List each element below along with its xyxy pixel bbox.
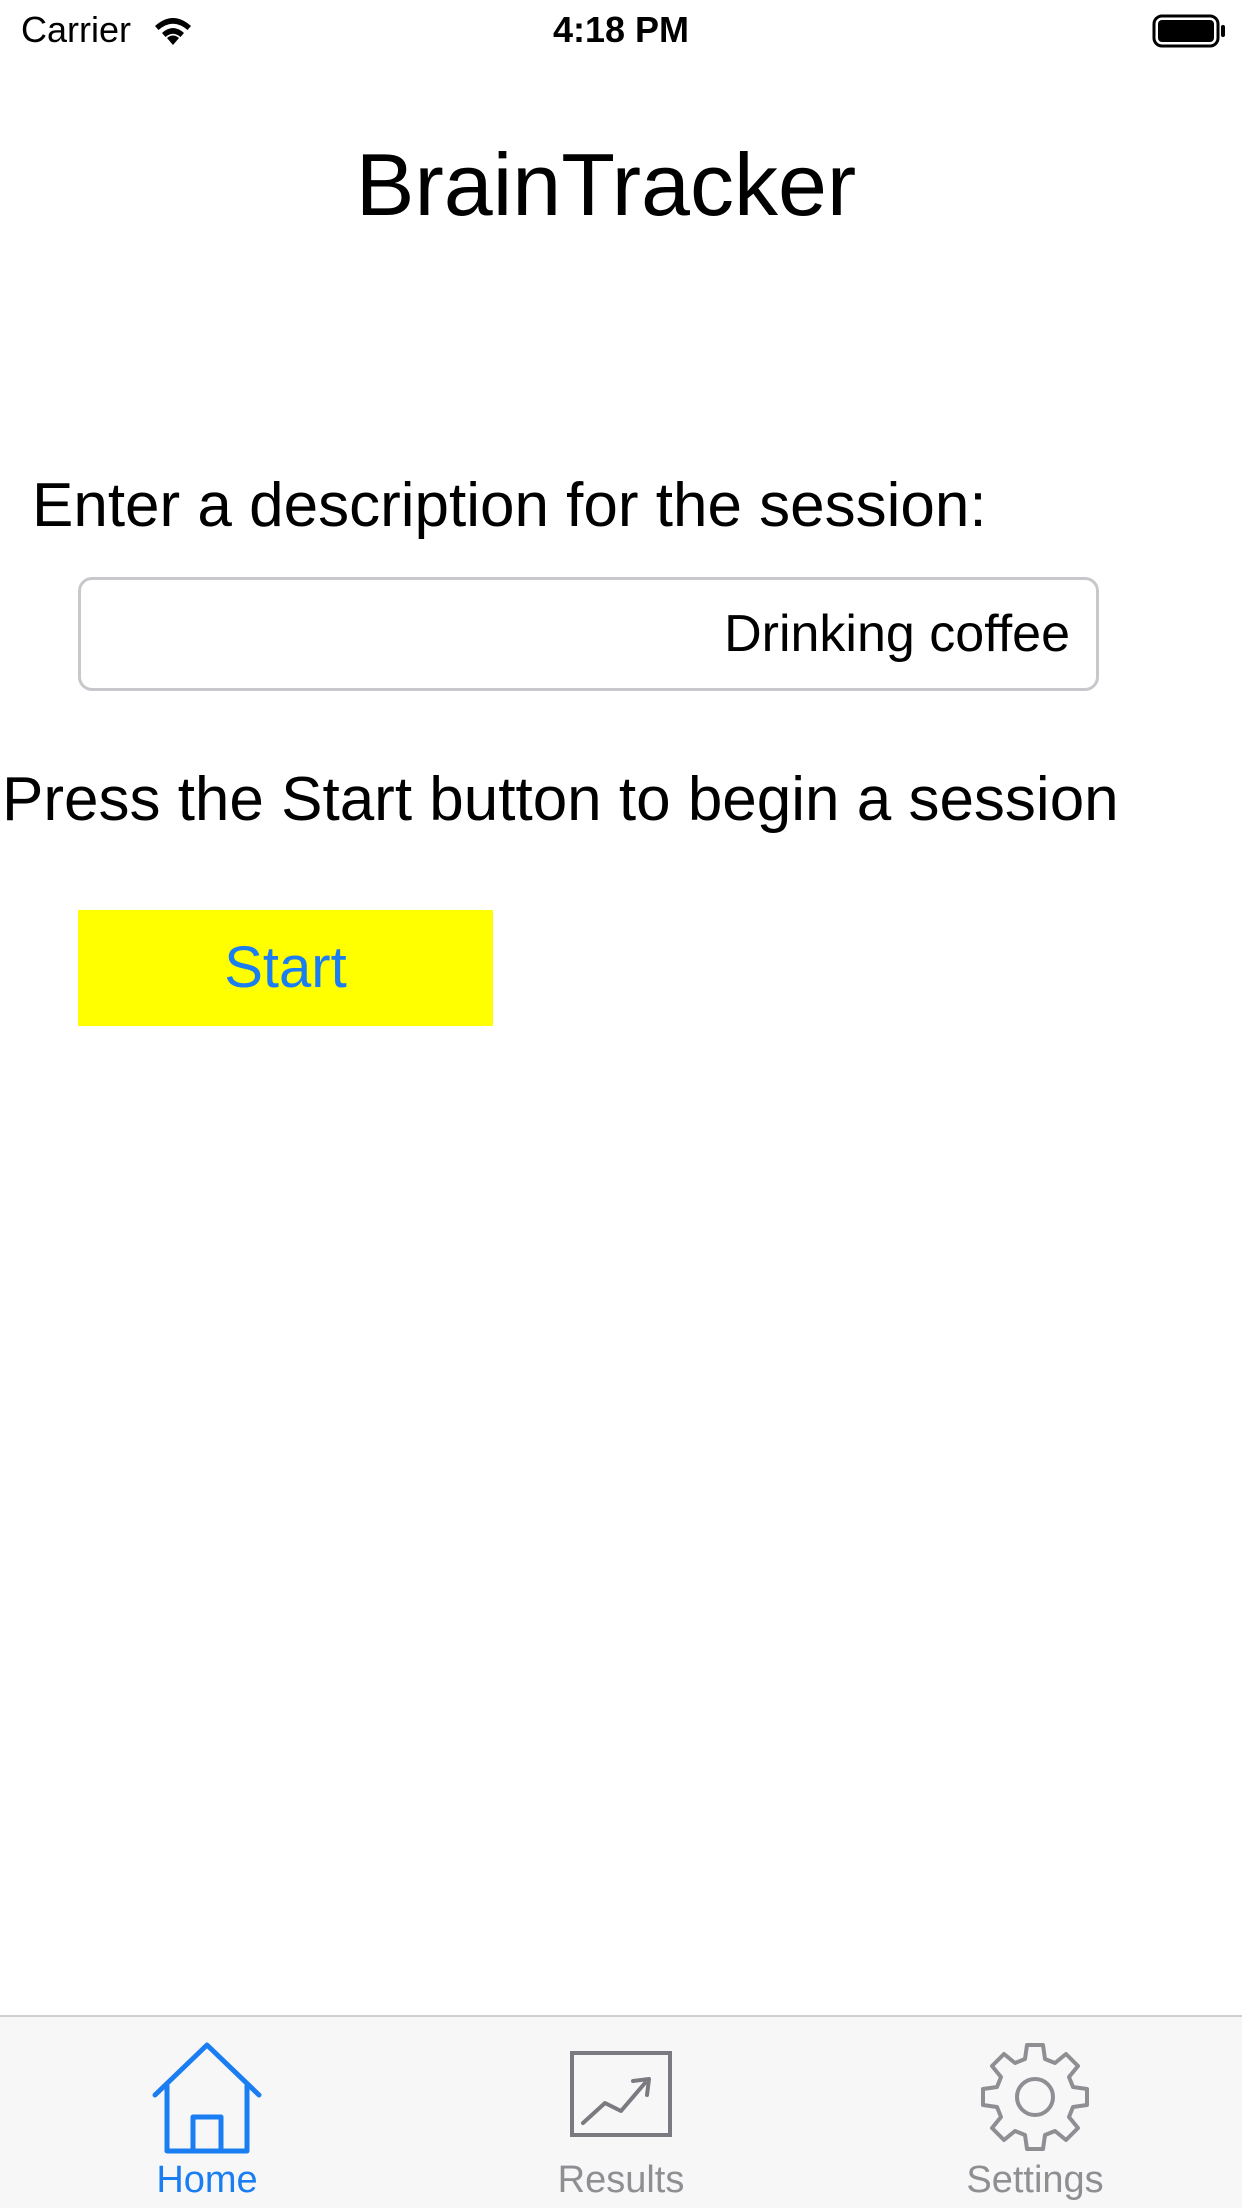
gear-icon [981,2043,1089,2151]
tab-bar: Home Results Settings [0,2015,1242,2208]
tab-label-home: Home [156,2159,258,2201]
tab-label-settings: Settings [966,2159,1104,2201]
description-input[interactable] [78,577,1099,691]
tab-home[interactable]: Home [0,2017,414,2208]
tab-results[interactable]: Results [414,2017,828,2208]
start-button[interactable]: Start [78,910,493,1026]
tab-settings[interactable]: Settings [828,2017,1242,2208]
home-icon [152,2042,262,2154]
status-time: 4:18 PM [552,9,690,50]
chart-icon [570,2051,672,2137]
instruction-text: Press the Start button to begin a sessio… [2,765,1119,834]
tab-label-results: Results [557,2159,685,2201]
status-bar: Carrier 4:18 PM [0,0,1242,60]
page-title: BrainTracker [355,135,857,234]
description-label: Enter a description for the session: [32,471,987,540]
battery-icon [1152,14,1225,48]
